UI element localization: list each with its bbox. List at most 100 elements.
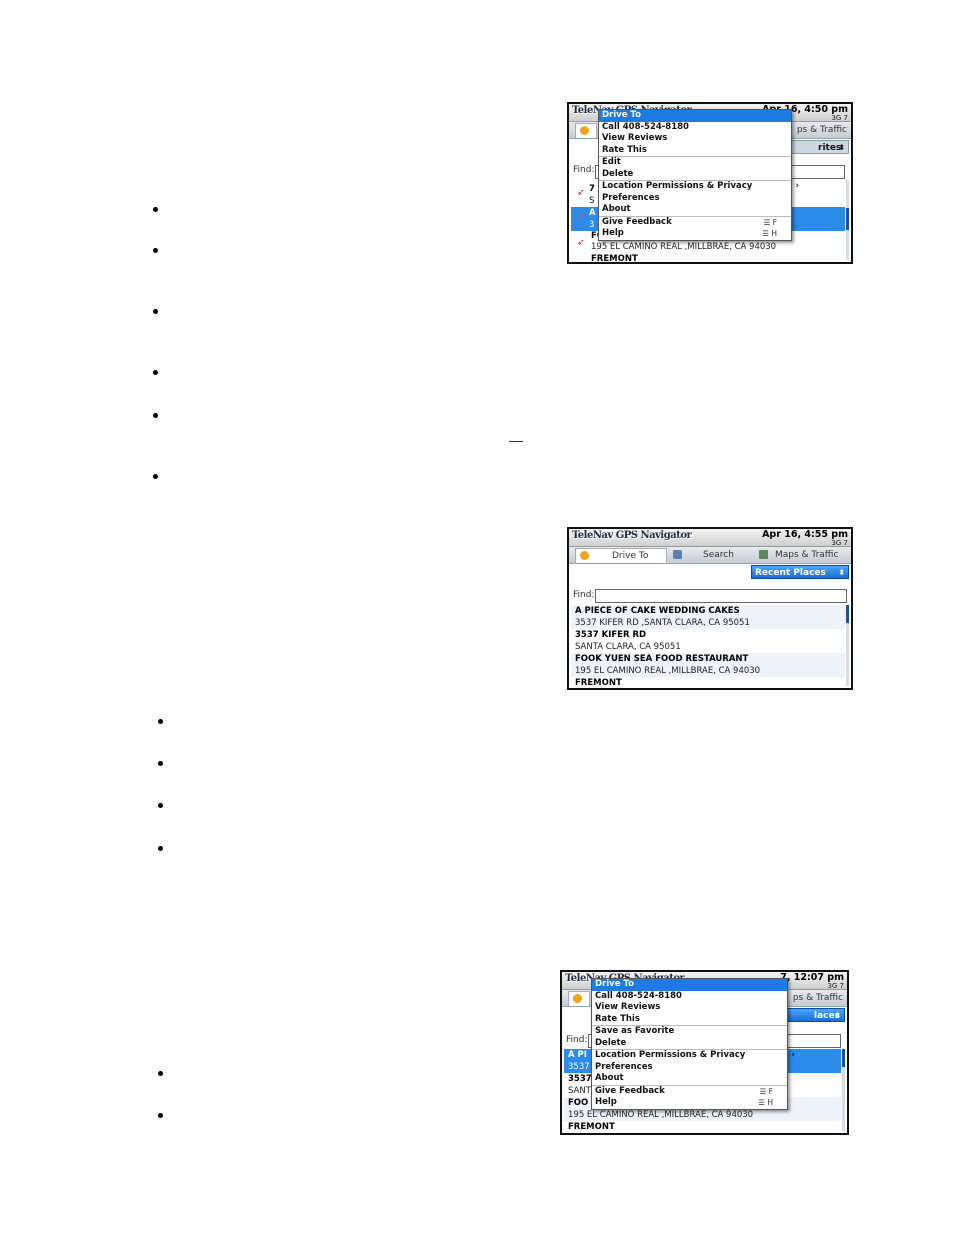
tab-maps-traffic[interactable]: Maps & Traffic [755,548,851,562]
shortcut-key: ☰ F [759,1086,773,1096]
list-item[interactable]: A PIECE OF CAKE WEDDING CAKES [571,605,845,617]
signal-status: 3G 7 [831,114,848,122]
list-item[interactable]: FOOK YUEN SEA FOOD RESTAURANT [571,653,845,665]
tab-bar: Drive To Search Maps & Traffic [569,547,851,564]
menu-item-rate-this[interactable]: Rate This [599,145,791,157]
drive-to-icon [580,551,589,560]
signal-status: 3G 7 [831,539,848,547]
menu-item-location-permissions[interactable]: Location Permissions & Privacy › [592,1049,795,1062]
bullet [158,719,163,724]
menu-item-preferences[interactable]: Preferences [599,193,791,205]
list-item[interactable]: 195 EL CAMINO REAL ,MILLBRAE, CA 94030 [564,1109,841,1121]
menu-item-drive-to[interactable]: Drive To [592,979,787,991]
map-icon [759,550,768,559]
tab-search[interactable]: Search [669,548,751,562]
bullet [153,474,158,479]
list-item[interactable]: 195 EL CAMINO REAL ,MILLBRAE, CA 94030 [587,241,845,253]
partial-row: 3 [589,220,595,230]
context-menu: Drive To Call 408-524-8180 View Reviews … [591,978,795,1110]
place-list: A PIECE OF CAKE WEDDING CAKES 3537 KIFER… [571,605,845,688]
scrollbar[interactable] [846,605,849,686]
shortcut-key: ☰ H [758,1098,773,1107]
find-label: Find: [573,590,595,600]
list-item[interactable]: FREMONT [587,253,845,262]
footnote-link[interactable] [509,441,523,442]
bullet [158,1113,163,1118]
list-item[interactable]: 3537 KIFER RD ,SANTA CLARA, CA 95051 [571,617,845,629]
chevron-right-icon: › [795,181,799,191]
tab-maps-traffic[interactable]: ps & Traffic [793,991,843,1005]
tab-drive-to[interactable]: Drive To [575,548,667,563]
list-item[interactable]: FREMONT [564,1121,841,1133]
drive-to-icon [580,126,589,135]
tab-label: ps & Traffic [792,993,843,1003]
list-item[interactable]: 3537 KIFER RD [571,629,845,641]
dropdown-arrow-icon: ⬍ [834,1011,841,1020]
shortcut-key: ☰ H [762,229,777,238]
menu-item-help[interactable]: Help ☰ H [592,1097,787,1109]
bullet [158,1071,163,1076]
menu-item-help[interactable]: Help ☰ H [599,228,791,240]
menu-item-label: Help [595,1097,617,1107]
menu-item-label: Give Feedback [602,216,672,227]
app-title: TeleNav GPS Navigator [572,530,692,541]
menu-item-location-permissions[interactable]: Location Permissions & Privacy › [599,180,799,193]
list-item[interactable]: FREMONT [571,677,845,688]
menu-item-give-feedback[interactable]: Give Feedback ☰ F [599,215,791,229]
drive-to-icon [573,994,582,1003]
menu-item-label: Location Permissions & Privacy [595,1050,746,1060]
partial-row: 7 [589,184,595,194]
screenshot-context-menu-recent: TeleNav GPS Navigator 7, 12:07 pm 3G 7 p… [560,970,849,1135]
dropdown-arrow-icon: ⬍ [838,568,845,577]
bullet [158,846,163,851]
bullet [153,413,158,418]
tab-drive-to[interactable] [568,991,590,1006]
menu-item-view-reviews[interactable]: View Reviews [592,1002,787,1014]
scrollbar[interactable] [842,1049,845,1131]
favorite-pin-icon: ➶ [577,238,585,248]
chevron-right-icon: › [791,1050,795,1060]
find-input[interactable] [595,589,847,603]
menu-item-about[interactable]: About [592,1073,787,1085]
menu-item-delete[interactable]: Delete [599,169,791,181]
tab-drive-to[interactable] [575,123,597,138]
menu-item-save-favorite[interactable]: Save as Favorite [592,1025,787,1038]
find-label: Find: [573,165,595,175]
menu-item-view-reviews[interactable]: View Reviews [599,133,791,145]
list-item[interactable]: SANTA CLARA, CA 95051 [571,641,845,653]
find-label: Find: [566,1035,588,1045]
tab-maps-traffic[interactable]: ps & Traffic [797,123,847,137]
menu-item-give-feedback[interactable]: Give Feedback ☰ F [592,1084,787,1098]
menu-item-about[interactable]: About [599,204,791,216]
partial-row: S [589,196,595,206]
bullet [158,803,163,808]
menu-item-edit[interactable]: Edit [599,156,791,169]
title-bar: TeleNav GPS Navigator Apr 16, 4:55 pm 3G… [569,529,851,547]
tab-label: Drive To [612,551,649,561]
menu-item-label: Give Feedback [595,1085,665,1096]
favorite-pin-icon: ➶ [577,212,585,222]
tab-label: Search [703,550,734,560]
tab-label: ps & Traffic [796,125,847,135]
menu-item-drive-to[interactable]: Drive To [599,110,791,122]
favorite-pin-icon: ➶ [577,188,585,198]
tab-label: Maps & Traffic [775,550,839,560]
menu-item-call[interactable]: Call 408-524-8180 [599,122,791,134]
menu-item-preferences[interactable]: Preferences [592,1062,787,1074]
bullet [153,207,158,212]
menu-item-delete[interactable]: Delete [592,1038,787,1050]
menu-item-call[interactable]: Call 408-524-8180 [592,991,787,1003]
partial-row: A [589,208,596,218]
menu-item-label: Help [602,228,624,238]
screenshot-context-menu-favorites: TeleNav GPS Navigator Apr 16, 4:50 pm 3G… [567,102,853,264]
bullet [153,248,158,253]
list-item[interactable]: 195 EL CAMINO REAL ,MILLBRAE, CA 94030 [571,665,845,677]
screenshot-recent-places: TeleNav GPS Navigator Apr 16, 4:55 pm 3G… [567,527,853,690]
signal-status: 3G 7 [827,982,844,990]
menu-item-label: Location Permissions & Privacy [602,181,753,191]
menu-item-rate-this[interactable]: Rate This [592,1014,787,1026]
bullet [153,309,158,314]
bullet [158,761,163,766]
scrollbar[interactable] [846,180,849,260]
category-dropdown[interactable]: Recent Places ⬍ [751,565,849,579]
